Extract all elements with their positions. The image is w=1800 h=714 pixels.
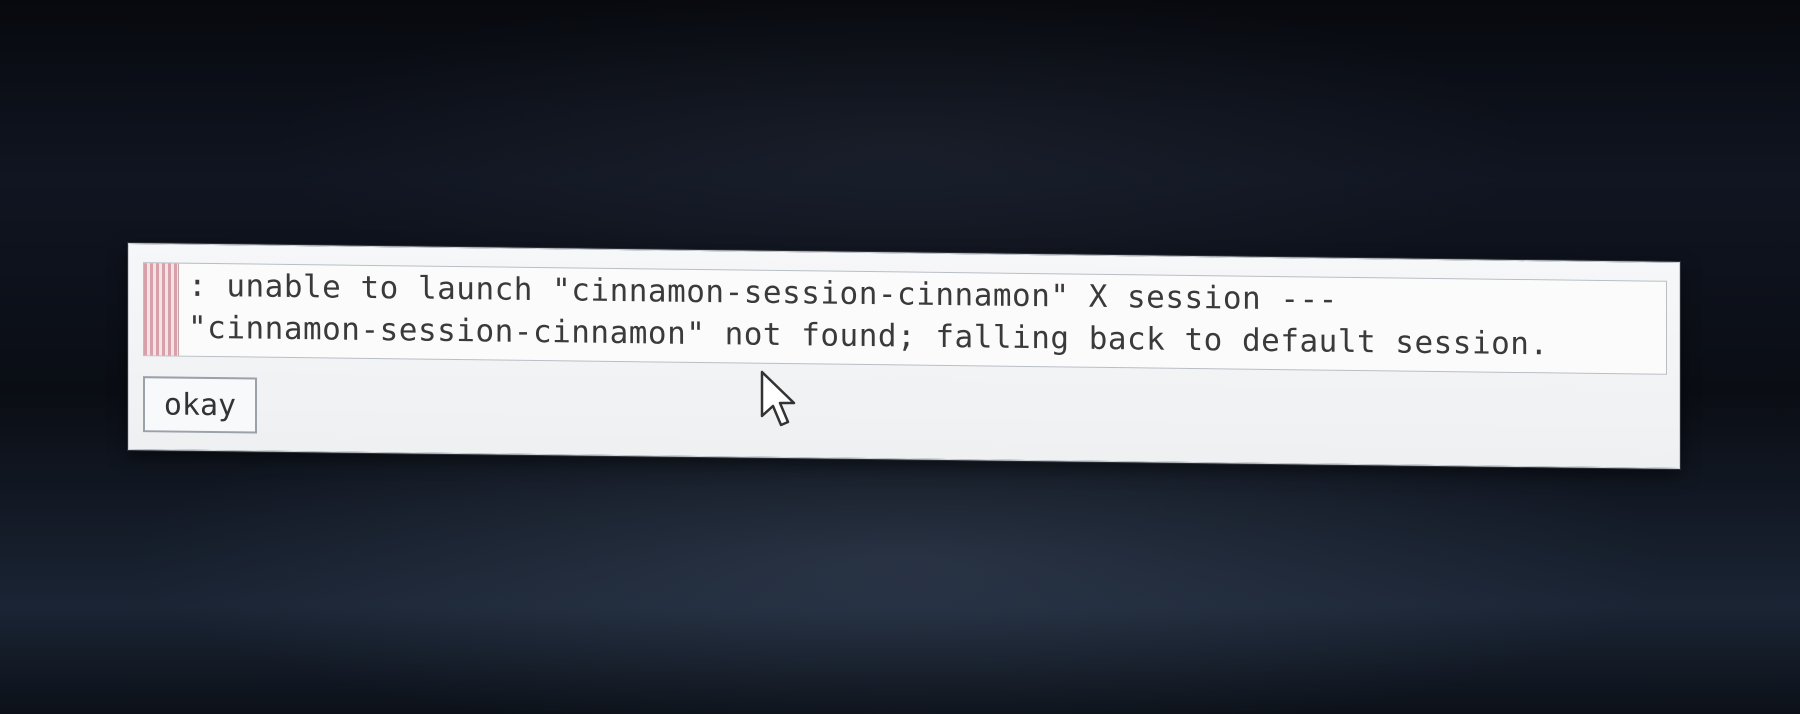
- arrow-cursor-icon: [760, 370, 796, 427]
- message-line-1: : unable to launch "cinnamon-session-cin…: [188, 267, 1338, 318]
- okay-button[interactable]: okay: [143, 376, 257, 434]
- desktop-background: : unable to launch "cinnamon-session-cin…: [0, 0, 1800, 714]
- message-scrollbar[interactable]: [144, 263, 179, 356]
- error-dialog: : unable to launch "cinnamon-session-cin…: [128, 243, 1680, 469]
- message-area: : unable to launch "cinnamon-session-cin…: [143, 262, 1667, 375]
- message-line-2: "cinnamon-session-cinnamon" not found; f…: [188, 309, 1549, 363]
